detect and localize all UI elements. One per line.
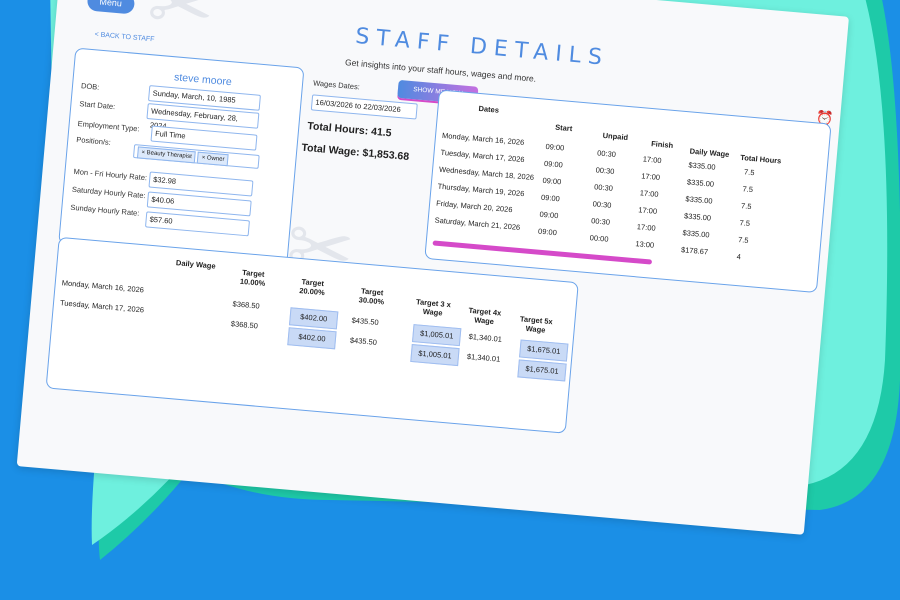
table-cell: 09:00 — [543, 158, 564, 170]
table-cell: 09:00 — [545, 141, 565, 153]
col-header-start: Start — [554, 122, 573, 134]
col-header-target-20: Target 20.00% — [298, 277, 326, 298]
row-date: Friday, March 20, 2026 — [435, 198, 513, 215]
table-cell: $178.67 — [680, 245, 709, 257]
target-table-card: Daily Wage Target 10.00% Target 20.00% T… — [45, 236, 579, 434]
start-date-label: Start Date: — [79, 99, 116, 112]
table-cell: $402.00 — [288, 307, 339, 330]
col-header-target-30: Target 30.00% — [358, 286, 385, 307]
saturday-rate-label: Saturday Hourly Rate: — [71, 184, 146, 201]
table-cell: 7.5 — [743, 167, 755, 178]
table-cell: 13:00 — [635, 239, 655, 250]
col-header-total-hours: Total Hours — [739, 152, 782, 166]
row-date: Tuesday, March 17, 2026 — [440, 147, 525, 165]
wages-dates-label: Wages Dates: — [312, 78, 361, 92]
table-cell: $335.00 — [686, 177, 715, 189]
col-header-target-5x: Target 5x Wage — [519, 314, 554, 335]
col-header-daily-wage: Daily Wage — [175, 258, 216, 271]
col-header-finish: Finish — [650, 139, 674, 151]
table-cell: 17:00 — [639, 188, 659, 199]
col-header-target-4x: Target 4x Wage — [468, 305, 502, 327]
col-header-unpaid: Unpaid — [602, 130, 629, 143]
table-cell: 17:00 — [640, 171, 661, 182]
table-cell: $1,675.01 — [517, 359, 567, 382]
hours-table-card: Dates Start Unpaid Finish Daily Wage Tot… — [424, 89, 832, 294]
table-cell: $1,340.01 — [466, 351, 501, 364]
total-wage: Total Wage: $1,853.68 — [300, 141, 410, 164]
table-cell: 7.5 — [739, 218, 751, 228]
table-cell: $1,005.01 — [411, 324, 462, 347]
table-cell: $1,675.01 — [519, 339, 569, 362]
table-cell: $435.50 — [351, 315, 380, 328]
table-cell: $335.00 — [683, 211, 712, 223]
row-date: Monday, March 16, 2026 — [441, 130, 525, 148]
table-cell: 7.5 — [742, 184, 754, 195]
staff-profile-card: steve moore DOB: Sunday, March, 10, 1985… — [58, 47, 305, 264]
col-header-target-3x: Target 3 x Wage — [415, 297, 452, 318]
table-cell: 17:00 — [636, 222, 657, 233]
table-cell: 00:00 — [589, 233, 609, 244]
table-cell: 00:30 — [592, 199, 612, 210]
table-cell: 00:30 — [593, 182, 614, 193]
table-cell: 7.5 — [740, 201, 752, 212]
table-cell: 00:30 — [590, 216, 611, 227]
col-header-daily-wage: Daily Wage — [689, 146, 730, 159]
row-date: Thursday, March 19, 2026 — [437, 181, 525, 199]
row-date: Monday, March 16, 2026 — [61, 278, 145, 295]
table-cell: $368.50 — [232, 299, 261, 311]
employment-type-label: Employment Type: — [77, 119, 140, 134]
scissors-watermark-icon: ✂ — [143, 0, 219, 53]
table-cell: $1,005.01 — [410, 343, 460, 367]
staff-name: steve moore — [173, 71, 233, 89]
table-cell: 09:00 — [540, 192, 561, 204]
table-cell: $402.00 — [287, 327, 337, 350]
table-cell: $435.50 — [349, 335, 378, 347]
table-cell: 17:00 — [642, 154, 662, 166]
col-header-dates: Dates — [478, 103, 500, 115]
table-cell: $368.50 — [230, 319, 259, 331]
menu-button[interactable]: Menu — [86, 0, 135, 15]
mon-fri-rate-label: Mon - Fri Hourly Rate: — [73, 166, 148, 183]
table-cell: 00:30 — [596, 148, 617, 160]
table-cell: 09:00 — [537, 226, 558, 238]
row-date: Tuesday, March 17, 2026 — [59, 298, 145, 315]
table-cell: 4 — [736, 251, 742, 262]
table-cell: 09:00 — [542, 175, 562, 187]
table-cell: $335.00 — [685, 194, 713, 206]
table-cell: 17:00 — [637, 205, 658, 216]
col-header-target-10: Target 10.00% — [239, 267, 266, 288]
position-tag[interactable]: × Owner — [197, 151, 229, 167]
table-cell: 09:00 — [539, 209, 559, 221]
horizontal-scrollbar[interactable] — [432, 240, 653, 265]
row-date: Saturday, March 21, 2026 — [434, 215, 521, 232]
sunday-rate-label: Sunday Hourly Rate: — [70, 202, 140, 218]
app-screen: ✂ ✂ ✂ Menu STAFF DETAILS Get insights in… — [16, 0, 849, 535]
dob-label: DOB: — [80, 81, 100, 92]
positions-label: Position/s: — [75, 134, 112, 147]
position-tag[interactable]: × Beauty Therapist — [136, 146, 197, 164]
table-cell: 7.5 — [737, 235, 749, 245]
table-cell: $1,340.01 — [468, 331, 503, 344]
table-cell: 00:30 — [595, 165, 615, 176]
table-cell: $335.00 — [682, 228, 710, 240]
table-cell: $335.00 — [688, 160, 716, 172]
total-hours: Total Hours: 41.5 — [306, 120, 393, 140]
row-date: Wednesday, March 18, 2026 — [438, 164, 535, 182]
